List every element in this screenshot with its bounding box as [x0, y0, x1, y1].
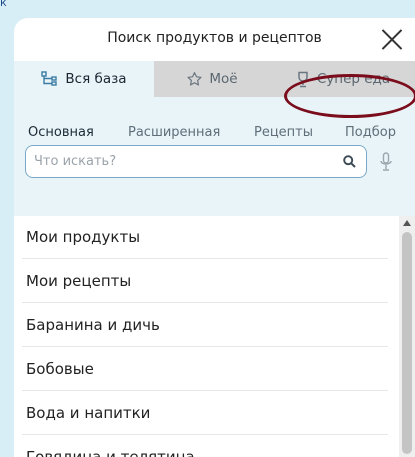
close-icon[interactable]: [381, 28, 403, 50]
list-item[interactable]: Говядина и телятина: [22, 436, 388, 457]
search-icon[interactable]: [343, 155, 356, 168]
search-dialog: Поиск продуктов и рецептов Вся база Моё …: [14, 18, 415, 457]
scrollbar[interactable]: [399, 216, 415, 457]
tab-super-food[interactable]: Супер еда: [270, 61, 415, 97]
scroll-thumb[interactable]: [402, 232, 412, 454]
tab-label: Вся база: [65, 71, 127, 87]
star-icon: [187, 72, 202, 86]
search-input[interactable]: [34, 152, 334, 170]
category-list: Мои продукты Мои рецепты Баранина и дичь…: [14, 216, 399, 457]
search-panel: Основная Расширенная Рецепты Подбор: [14, 97, 415, 222]
tab-bar: Вся база Моё Супер еда: [14, 61, 415, 97]
category-list-area: Мои продукты Мои рецепты Баранина и дичь…: [14, 216, 415, 457]
tab-label: Моё: [209, 71, 238, 87]
tab-all-database[interactable]: Вся база: [14, 61, 154, 97]
list-item[interactable]: Мои рецепты: [22, 260, 388, 303]
subtab-recipes[interactable]: Рецепты: [254, 125, 313, 140]
list-item[interactable]: Баранина и дичь: [22, 304, 388, 347]
microphone-icon[interactable]: [379, 152, 393, 172]
subtab-selection[interactable]: Подбор: [345, 125, 396, 140]
scroll-up-arrow-icon[interactable]: [403, 220, 411, 226]
subtab-extended[interactable]: Расширенная: [128, 125, 220, 140]
search-box: [25, 145, 367, 178]
hierarchy-icon: [41, 71, 58, 86]
corner-text: к: [0, 0, 7, 9]
list-item[interactable]: Вода и напитки: [22, 392, 388, 435]
list-item[interactable]: Бобовые: [22, 348, 388, 391]
dialog-title: Поиск продуктов и рецептов: [107, 30, 322, 46]
tab-mine[interactable]: Моё: [154, 61, 270, 97]
list-item[interactable]: Мои продукты: [22, 216, 388, 259]
subtab-basic[interactable]: Основная: [28, 125, 94, 140]
tab-label: Супер еда: [316, 71, 391, 87]
trophy-icon: [298, 71, 308, 87]
